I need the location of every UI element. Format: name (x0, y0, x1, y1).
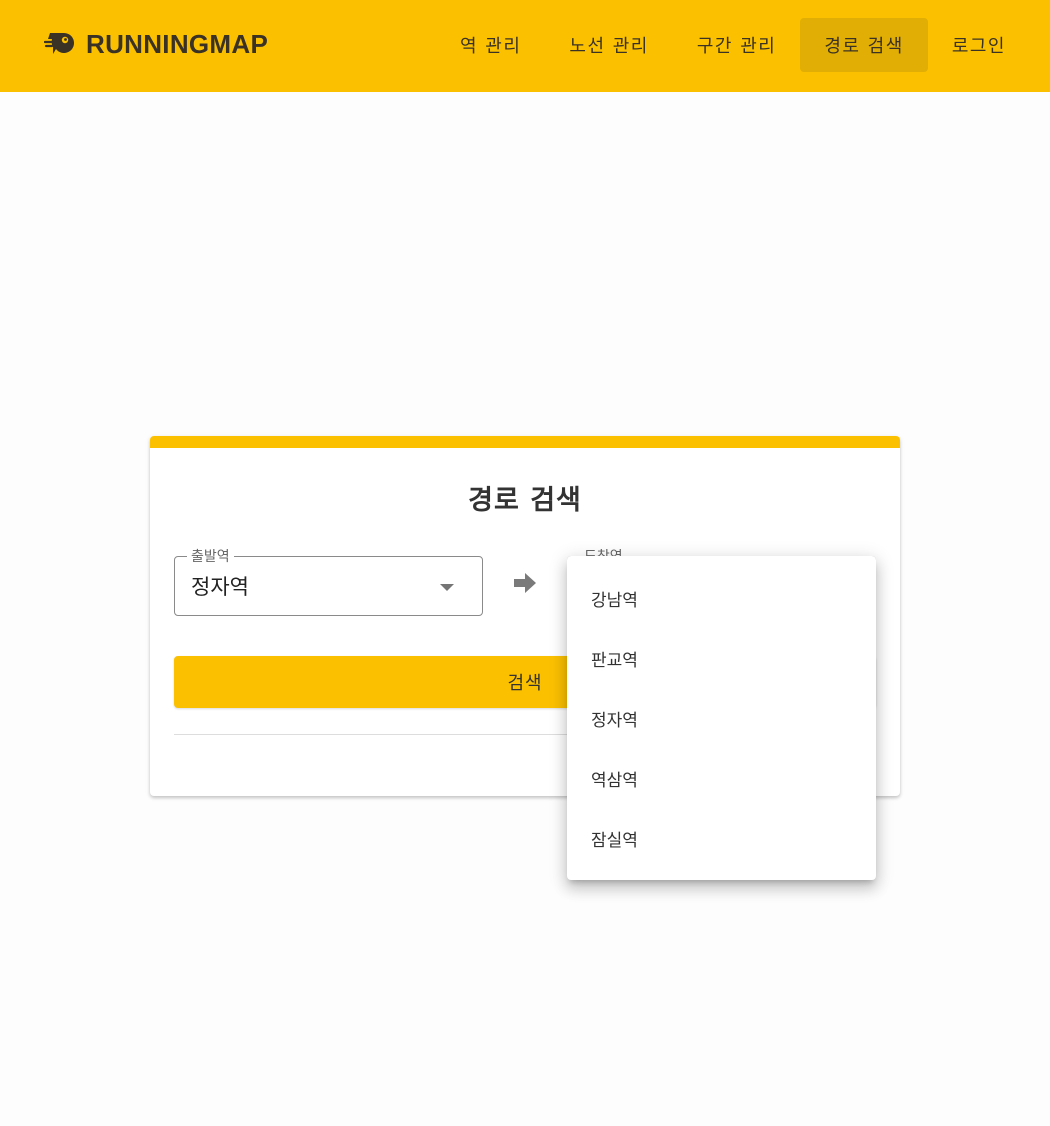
page-title: 경로 검색 (468, 485, 582, 516)
main-nav: 역 관리 노선 관리 구간 관리 경로 검색 로그인 (436, 18, 1030, 72)
departure-select[interactable]: 출발역 정자역 (174, 546, 483, 616)
menu-option-pangyo[interactable]: 판교역 (567, 628, 876, 688)
arrival-dropdown-menu: 강남역 판교역 정자역 역삼역 잠실역 (567, 556, 876, 880)
menu-option-gangnam[interactable]: 강남역 (567, 568, 876, 628)
chevron-down-icon (440, 584, 454, 591)
departure-value: 정자역 (191, 575, 249, 599)
menu-option-jeongja[interactable]: 정자역 (567, 688, 876, 748)
menu-option-yeoksam[interactable]: 역삼역 (567, 748, 876, 808)
card-accent-bar (150, 436, 900, 448)
nav-path-search[interactable]: 경로 검색 (800, 18, 928, 72)
app-bar: RUNNINGMAP 역 관리 노선 관리 구간 관리 경로 검색 로그인 (0, 0, 1050, 92)
brand-name: RUNNINGMAP (86, 28, 269, 59)
arrow-right-icon (512, 572, 538, 594)
nav-section-management[interactable]: 구간 관리 (673, 18, 800, 72)
departure-label: 출발역 (187, 546, 234, 566)
running-bird-logo-icon (43, 27, 78, 61)
brand[interactable]: RUNNINGMAP (43, 26, 269, 62)
nav-login[interactable]: 로그인 (928, 18, 1030, 72)
nav-line-management[interactable]: 노선 관리 (545, 18, 672, 72)
nav-station-management[interactable]: 역 관리 (436, 18, 545, 72)
menu-option-jamsil[interactable]: 잠실역 (567, 808, 876, 868)
